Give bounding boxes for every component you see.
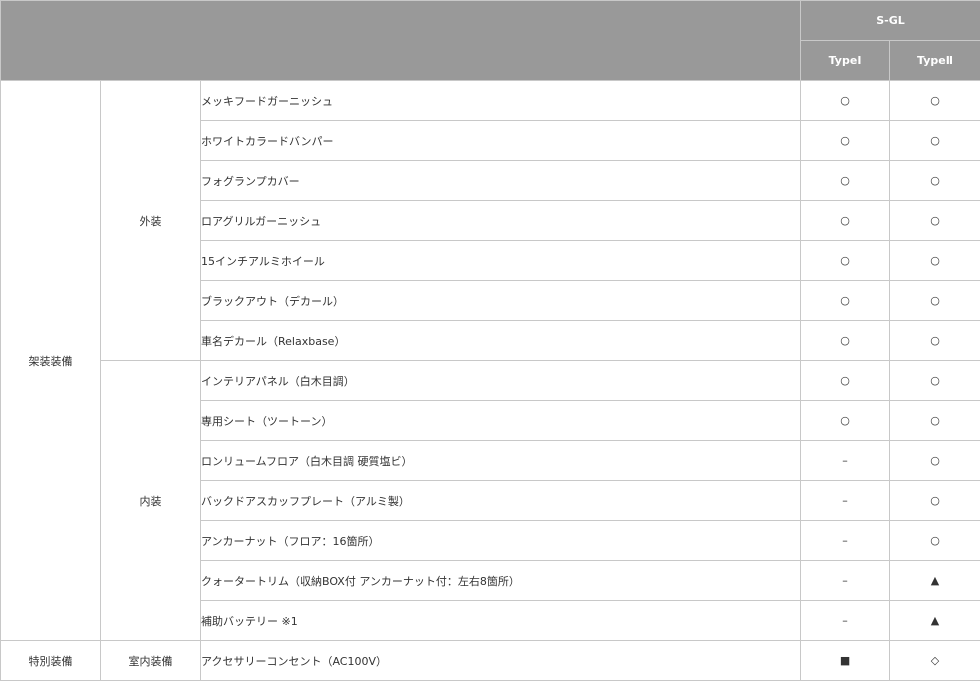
group-naisou: 内装: [100, 360, 201, 641]
header-row-1: S-GL: [0, 0, 980, 81]
type1-mark: ○: [800, 200, 891, 241]
type2-mark: ○: [889, 520, 980, 561]
table-row: 架装装備 外装 メッキフードガーニッシュ ○ ○: [0, 80, 980, 641]
item-name: 15インチアルミホイール: [199, 240, 802, 281]
type2-mark: ○: [889, 120, 980, 161]
type2-mark: ○: [889, 480, 980, 521]
header-model: S-GL: [800, 0, 980, 41]
type1-mark: –: [800, 520, 891, 561]
item-name: フォグランプカバー: [199, 160, 802, 201]
equipment-table: S-GL TypeⅠ TypeⅡ 架装装備 外装 メッキフードガーニッシュ ○ …: [0, 0, 980, 681]
type2-mark: ○: [889, 360, 980, 401]
item-name: ブラックアウト（デカール）: [199, 280, 802, 321]
type2-mark: ○: [889, 240, 980, 281]
group-shitsunai: 室内装備: [100, 640, 201, 681]
type2-mark: ▲: [889, 600, 980, 641]
item-name: バックドアスカッフプレート（アルミ製）: [199, 480, 802, 521]
type2-mark: ▲: [889, 560, 980, 601]
type1-mark: –: [800, 600, 891, 641]
type1-mark: ○: [800, 400, 891, 441]
type1-mark: ○: [800, 240, 891, 281]
type1-mark: –: [800, 480, 891, 521]
item-name: インテリアパネル（白木目調）: [199, 360, 802, 401]
type2-mark: ○: [889, 400, 980, 441]
item-name: クォータートリム（収納BOX付 アンカーナット付：左右8箇所）: [199, 560, 802, 601]
type1-mark: –: [800, 560, 891, 601]
type2-mark: ○: [889, 160, 980, 201]
type1-mark: ○: [800, 120, 891, 161]
type1-mark: ■: [800, 640, 891, 681]
item-name: メッキフードガーニッシュ: [199, 80, 802, 121]
item-name: アンカーナット（フロア：16箇所）: [199, 520, 802, 561]
type2-mark: ○: [889, 320, 980, 361]
type2-mark: ○: [889, 80, 980, 121]
table-row: 特別装備 室内装備 アクセサリーコンセント（AC100V） ■ ◇: [0, 640, 980, 681]
item-name: ホワイトカラードバンパー: [199, 120, 802, 161]
type1-mark: ○: [800, 80, 891, 121]
type2-mark: ○: [889, 440, 980, 481]
group-tokubetsu: 特別装備: [0, 640, 101, 681]
group-kasou: 架装装備: [0, 80, 101, 641]
item-name: ロアグリルガーニッシュ: [199, 200, 802, 241]
group-gaisou: 外装: [100, 80, 201, 361]
item-name: 専用シート（ツートーン）: [199, 400, 802, 441]
type1-mark: –: [800, 440, 891, 481]
type1-mark: ○: [800, 360, 891, 401]
type2-mark: ◇: [889, 640, 980, 681]
item-name: アクセサリーコンセント（AC100V）: [199, 640, 802, 681]
item-name: ロンリュームフロア（白木目調 硬質塩ビ）: [199, 440, 802, 481]
table-row: 内装 インテリアパネル（白木目調） ○ ○: [1, 360, 980, 641]
item-name: 車名デカール（Relaxbase）: [199, 320, 802, 361]
header-type2: TypeⅡ: [889, 40, 980, 81]
type1-mark: ○: [800, 320, 891, 361]
type1-mark: ○: [800, 160, 891, 201]
type2-mark: ○: [889, 280, 980, 321]
type1-mark: ○: [800, 280, 891, 321]
header-blank: [0, 0, 802, 81]
item-name: 補助バッテリー ※1: [199, 600, 802, 641]
header-type1: TypeⅠ: [800, 40, 891, 81]
type2-mark: ○: [889, 200, 980, 241]
